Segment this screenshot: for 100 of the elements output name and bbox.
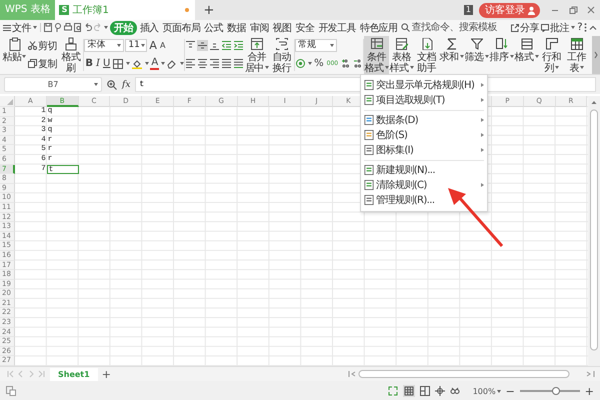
underline-button[interactable]: U	[102, 58, 112, 70]
menu-icon	[3, 24, 11, 32]
decrease-font-button[interactable]: A	[158, 40, 166, 52]
align-right-icon[interactable]	[210, 59, 220, 68]
add-sheet-button[interactable]: +	[102, 368, 111, 380]
undo-icon[interactable]	[84, 23, 92, 32]
function-button[interactable]: fx	[122, 80, 130, 90]
caret-icon[interactable]	[145, 62, 150, 65]
toolbar-button[interactable]: 求和	[439, 36, 464, 74]
menu-tab[interactable]: 开发工具	[317, 20, 357, 34]
toolbar-button[interactable]: 行和列	[539, 36, 564, 74]
copy-button[interactable]: 复制	[27, 56, 58, 71]
align-left-icon[interactable]	[186, 59, 196, 68]
menu-tab[interactable]: 特色应用	[358, 20, 399, 34]
menu-item[interactable]: 管理规则(R)...	[361, 192, 488, 208]
cut-button[interactable]: 剪切	[27, 38, 58, 53]
decrease-indent-icon[interactable]	[222, 41, 232, 50]
menu-tab[interactable]: 页面布局	[162, 20, 202, 34]
caret-icon	[94, 83, 98, 86]
eye-icon[interactable]	[450, 386, 460, 396]
login-button[interactable]: 访客登录	[479, 2, 540, 18]
wrap-text-button[interactable]: 自动换行	[269, 36, 294, 74]
copy-icon	[28, 59, 37, 68]
horizontal-scrollbar[interactable]	[347, 369, 597, 379]
zoom-in-button[interactable]: +	[584, 384, 594, 398]
help-button[interactable]: ?	[577, 22, 582, 33]
share-icon	[511, 24, 520, 32]
distribute-icon[interactable]	[234, 59, 244, 68]
menu-tab[interactable]: 审阅	[248, 20, 270, 34]
sheet-icon	[364, 180, 374, 190]
more-icon[interactable]	[584, 23, 587, 32]
increase-indent-icon[interactable]	[234, 41, 244, 50]
close-icon[interactable]	[586, 5, 596, 15]
toolbar-button[interactable]: 文档助手	[414, 36, 440, 74]
sheet-icon	[364, 80, 374, 90]
worksheet-icon	[570, 38, 583, 50]
menu-tab[interactable]: 安全	[294, 20, 316, 34]
toolbar-button[interactable]: 条件格式	[364, 36, 390, 74]
format-painter-button[interactable]: 格式刷	[58, 36, 84, 74]
save-icon[interactable]	[44, 23, 52, 32]
decrease-decimal-icon[interactable]	[353, 59, 362, 68]
menu-item[interactable]: 新建规则(N)...	[361, 162, 488, 178]
menu-item[interactable]: 数据条(D)	[361, 112, 488, 128]
collapse-icon[interactable]	[589, 24, 597, 32]
preview-icon[interactable]	[74, 23, 82, 32]
avatar-icon	[527, 6, 536, 14]
menu-tab[interactable]: 插入	[138, 20, 160, 34]
font-color-button[interactable]: A	[150, 58, 160, 70]
toolbar-button[interactable]: 表格样式	[389, 36, 414, 74]
toolbar-button[interactable]: 排序	[489, 36, 514, 74]
font-size-select[interactable]: 11	[125, 39, 148, 52]
italic-button[interactable]: I	[95, 58, 101, 70]
menu-tab[interactable]: 视图	[272, 20, 292, 34]
document-tab[interactable]: S 工作簿1	[55, 0, 196, 20]
menu-item[interactable]: 图标集(I)	[361, 142, 488, 158]
print-icon[interactable]	[64, 23, 72, 32]
vertical-align-button[interactable]	[197, 40, 208, 51]
percent-button[interactable]: %	[313, 58, 325, 70]
toolbar-button[interactable]: 工作表	[564, 36, 590, 74]
macro-icon[interactable]	[6, 386, 16, 396]
caret-icon[interactable]	[161, 62, 166, 65]
menu-tab[interactable]: 数据	[226, 20, 247, 34]
name-box[interactable]: B7	[4, 77, 102, 92]
page-break-icon[interactable]	[420, 386, 430, 396]
menu-item[interactable]: 突出显示单元格规则(H)	[361, 78, 488, 92]
increase-font-button[interactable]: A	[148, 40, 158, 52]
align-center-icon[interactable]	[198, 59, 208, 68]
search-field[interactable]: 查找命令、搜索模板	[412, 22, 502, 33]
increase-decimal-icon[interactable]	[341, 59, 350, 68]
number-format-select[interactable]: 常规	[295, 39, 338, 52]
file-menu-button[interactable]: 文件	[3, 20, 37, 34]
toolbar-button[interactable]: 筛选	[464, 36, 490, 74]
comment-button[interactable]: 批注	[541, 20, 576, 34]
zoom-icon[interactable]	[107, 80, 117, 90]
slider-thumb[interactable]	[552, 387, 560, 395]
fill-bucket-icon[interactable]	[132, 58, 142, 68]
menu-item[interactable]: 色阶(S)	[361, 128, 488, 142]
merge-center-button[interactable]: 合并居中	[244, 36, 270, 74]
menu-item[interactable]: 清除规则(C)	[361, 178, 488, 192]
zoom-select[interactable]: 100%	[472, 386, 501, 396]
bold-button[interactable]: B	[84, 58, 94, 70]
eraser-icon[interactable]	[167, 58, 178, 68]
normal-view-icon[interactable]	[402, 385, 415, 397]
share-button[interactable]: 分享	[511, 20, 540, 34]
sheet-tab[interactable]: Sheet1	[50, 368, 98, 380]
menu-tab[interactable]: 公式	[203, 20, 224, 34]
paste-button[interactable]: 粘贴	[2, 36, 27, 74]
new-tab-button[interactable]: +	[203, 2, 214, 18]
currency-icon[interactable]	[296, 59, 306, 68]
vertical-scrollbar[interactable]	[588, 96, 600, 366]
caret-icon[interactable]	[308, 62, 312, 65]
borders-icon[interactable]	[113, 58, 124, 68]
fullscreen-icon[interactable]	[388, 386, 398, 396]
font-select[interactable]: 宋体	[84, 39, 124, 52]
justify-icon[interactable]	[222, 59, 232, 68]
caret-icon	[330, 44, 334, 47]
scissors-icon	[28, 41, 37, 50]
toolbar-button[interactable]: 格式	[514, 36, 540, 74]
zoom-out-button[interactable]: −	[506, 384, 515, 398]
restore-icon[interactable]	[568, 5, 578, 15]
